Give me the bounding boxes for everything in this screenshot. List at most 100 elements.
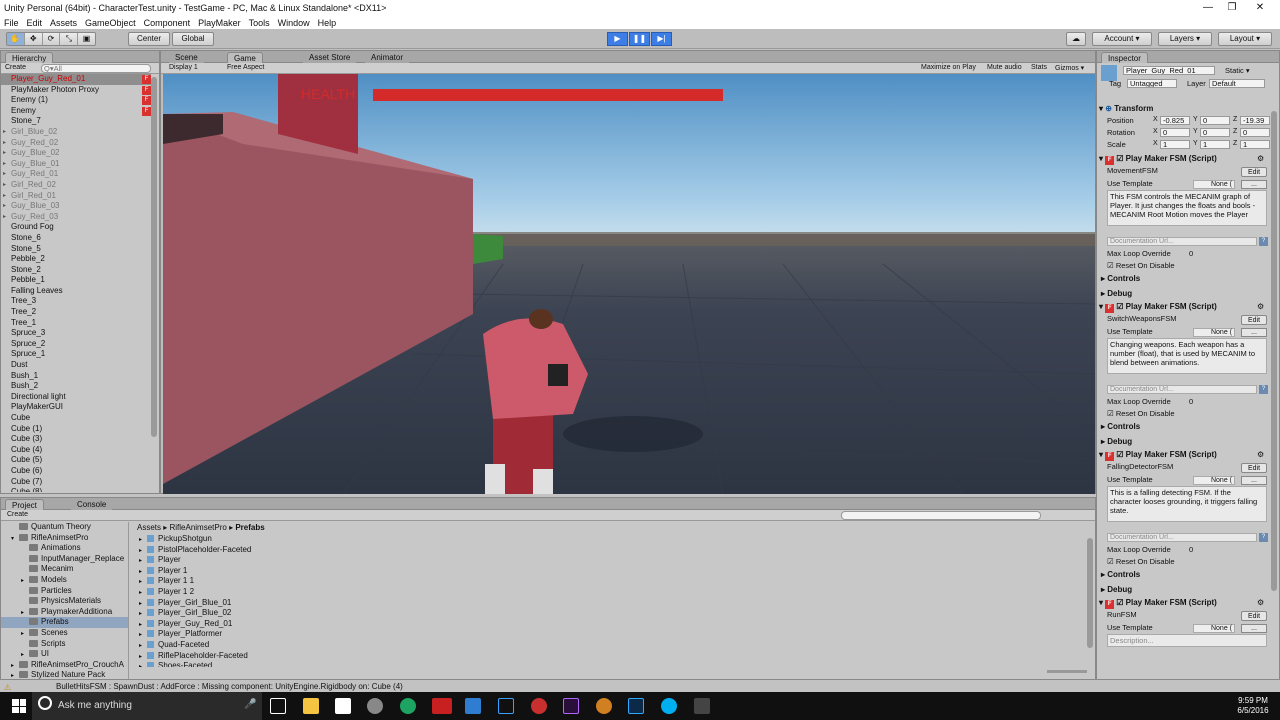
pos-x-field[interactable]: -0.825 bbox=[1160, 116, 1190, 125]
menu-gameobject[interactable]: GameObject bbox=[81, 18, 140, 28]
project-folder[interactable]: Animations bbox=[1, 543, 128, 554]
hierarchy-item[interactable]: Stone_7 bbox=[1, 116, 151, 127]
expand-arrow-icon[interactable]: ▸ bbox=[3, 201, 6, 212]
hierarchy-item[interactable]: Tree_3 bbox=[1, 296, 151, 307]
project-folder[interactable]: InputManager_Replace bbox=[1, 554, 128, 565]
project-folder[interactable]: ▸ Models bbox=[1, 575, 128, 586]
hierarchy-item[interactable]: Stone_5 bbox=[1, 244, 151, 255]
move-tool-icon[interactable]: ✥ bbox=[25, 33, 43, 45]
project-folder[interactable]: Prefabs bbox=[1, 617, 128, 628]
menu-component[interactable]: Component bbox=[140, 18, 195, 28]
controls-foldout[interactable]: ▸ Controls bbox=[1101, 274, 1140, 283]
project-folder[interactable]: ▸ Scenes bbox=[1, 628, 128, 639]
asset-item[interactable]: ▸ Player 1 1 bbox=[139, 576, 1039, 587]
app-icon-5[interactable] bbox=[531, 698, 547, 714]
breadcrumb-assets[interactable]: Assets bbox=[137, 523, 161, 532]
scale-z-field[interactable]: 1 bbox=[1240, 140, 1270, 149]
hierarchy-item[interactable]: Cube (3) bbox=[1, 434, 151, 445]
project-folder[interactable]: ▾ RifleAnimsetPro bbox=[1, 533, 128, 544]
breadcrumb-rifleanimsetpro[interactable]: RifleAnimsetPro bbox=[169, 523, 226, 532]
hierarchy-item[interactable]: Spruce_3 bbox=[1, 328, 151, 339]
store-icon[interactable] bbox=[335, 698, 351, 714]
rect-tool-icon[interactable]: ▣ bbox=[78, 33, 95, 45]
expand-arrow-icon[interactable]: ▸ bbox=[3, 127, 6, 138]
account-dropdown[interactable]: Account ▾ bbox=[1092, 32, 1152, 46]
gizmos-dropdown[interactable]: Gizmos ▾ bbox=[1055, 64, 1084, 72]
hierarchy-item[interactable]: Spruce_2 bbox=[1, 339, 151, 350]
project-folder[interactable]: PhysicsMaterials bbox=[1, 596, 128, 607]
scale-x-field[interactable]: 1 bbox=[1160, 140, 1190, 149]
close-button[interactable]: ✕ bbox=[1246, 0, 1274, 16]
folder-arrow-icon[interactable]: ▸ bbox=[11, 671, 19, 679]
playmaker-badge-icon[interactable]: F bbox=[142, 75, 151, 84]
hierarchy-item[interactable]: ▸ Guy_Blue_02 bbox=[1, 148, 151, 159]
asset-item[interactable]: ▸ PickupShotgun bbox=[139, 534, 1039, 545]
static-toggle[interactable]: Static ▾ bbox=[1225, 66, 1250, 75]
playmaker-badge-icon[interactable]: F bbox=[142, 106, 151, 116]
pause-button[interactable]: ❚❚ bbox=[629, 32, 650, 46]
rot-z-field[interactable]: 0 bbox=[1240, 128, 1270, 137]
project-folder[interactable]: ▸ UI bbox=[1, 649, 128, 660]
fsm-header[interactable]: ▾ F ☑ Play Maker FSM (Script) bbox=[1099, 154, 1269, 165]
hierarchy-item[interactable]: Bush_1 bbox=[1, 371, 151, 382]
component-enabled-checkbox[interactable]: ☑ bbox=[1116, 598, 1125, 607]
maximize-on-play-toggle[interactable]: Maximize on Play bbox=[921, 64, 976, 71]
center-toggle[interactable]: Center bbox=[128, 32, 170, 46]
scale-y-field[interactable]: 1 bbox=[1200, 140, 1230, 149]
template-field[interactable]: None ( bbox=[1193, 476, 1235, 485]
template-picker-button[interactable]: ... bbox=[1241, 624, 1267, 633]
rot-y-field[interactable]: 0 bbox=[1200, 128, 1230, 137]
windows-start-icon[interactable] bbox=[12, 699, 26, 713]
expand-arrow-icon[interactable]: ▸ bbox=[3, 169, 6, 180]
asset-item[interactable]: ▸ RiflePlaceholder-Faceted bbox=[139, 651, 1039, 662]
hierarchy-item[interactable]: ▸ Girl_Red_01 bbox=[1, 191, 151, 202]
asset-arrow-icon[interactable]: ▸ bbox=[139, 662, 147, 667]
hierarchy-item[interactable]: ▸ Guy_Red_02 bbox=[1, 138, 151, 149]
app-icon-6[interactable] bbox=[596, 698, 612, 714]
app-icon-1[interactable] bbox=[367, 698, 383, 714]
project-folder[interactable]: Scripts bbox=[1, 639, 128, 650]
project-folder[interactable]: Quantum Theory bbox=[1, 522, 128, 533]
template-field[interactable]: None ( bbox=[1193, 624, 1235, 633]
menu-help[interactable]: Help bbox=[314, 18, 341, 28]
asset-item[interactable]: ▸ Player bbox=[139, 555, 1039, 566]
reset-on-disable-row[interactable]: ☑ Reset On Disable bbox=[1107, 409, 1175, 418]
display-dropdown[interactable]: Display 1 bbox=[169, 64, 198, 71]
hierarchy-item[interactable]: Spruce_1 bbox=[1, 349, 151, 360]
gear-icon[interactable]: ⚙ bbox=[1257, 598, 1264, 607]
controls-foldout[interactable]: ▸ Controls bbox=[1101, 422, 1140, 431]
reset-on-disable-row[interactable]: ☑ Reset On Disable bbox=[1107, 557, 1175, 566]
hierarchy-item[interactable]: Tree_1 bbox=[1, 318, 151, 329]
template-field[interactable]: None ( bbox=[1193, 180, 1235, 189]
breadcrumb-prefabs[interactable]: Prefabs bbox=[235, 523, 264, 532]
layer-dropdown[interactable]: Default bbox=[1209, 79, 1265, 88]
photoshop-icon[interactable] bbox=[628, 698, 644, 714]
hierarchy-item[interactable]: Cube (4) bbox=[1, 445, 151, 456]
game-viewport[interactable]: HEALTH bbox=[163, 74, 1095, 494]
play-button[interactable]: ▶ bbox=[607, 32, 628, 46]
template-picker-button[interactable]: ... bbox=[1241, 180, 1267, 189]
hierarchy-item[interactable]: Enemy (1) F bbox=[1, 95, 151, 106]
max-loop-field[interactable]: 0 bbox=[1189, 545, 1193, 554]
help-icon[interactable]: ? bbox=[1259, 237, 1268, 246]
hierarchy-item[interactable]: Cube (7) bbox=[1, 477, 151, 488]
icon-size-slider[interactable] bbox=[1047, 670, 1087, 673]
pos-y-field[interactable]: 0 bbox=[1200, 116, 1230, 125]
rotate-tool-icon[interactable]: ⟳ bbox=[43, 33, 61, 45]
expand-arrow-icon[interactable]: ▸ bbox=[3, 212, 6, 223]
debug-foldout[interactable]: ▸ Debug bbox=[1101, 289, 1132, 298]
tab-game[interactable]: Game bbox=[227, 52, 263, 63]
fsm-description[interactable]: Description... bbox=[1107, 634, 1267, 647]
tab-console[interactable]: Console bbox=[71, 499, 113, 510]
tag-dropdown[interactable]: Untagged bbox=[1127, 79, 1177, 88]
hierarchy-item[interactable]: Cube bbox=[1, 413, 151, 424]
fsm-description[interactable]: This is a falling detecting FSM. If the … bbox=[1107, 486, 1267, 522]
cortana-search-box[interactable]: Ask me anything 🎤 bbox=[32, 692, 262, 720]
playmaker-badge-icon[interactable]: F bbox=[142, 96, 151, 106]
asset-item[interactable]: ▸ PistolPlaceholder-Faceted bbox=[139, 545, 1039, 556]
debug-foldout[interactable]: ▸ Debug bbox=[1101, 585, 1132, 594]
hierarchy-item[interactable]: Stone_6 bbox=[1, 233, 151, 244]
hierarchy-item[interactable]: Player_Guy_Red_01 F bbox=[1, 74, 151, 85]
menu-assets[interactable]: Assets bbox=[46, 18, 81, 28]
asset-item[interactable]: ▸ Player_Guy_Red_01 bbox=[139, 619, 1039, 630]
